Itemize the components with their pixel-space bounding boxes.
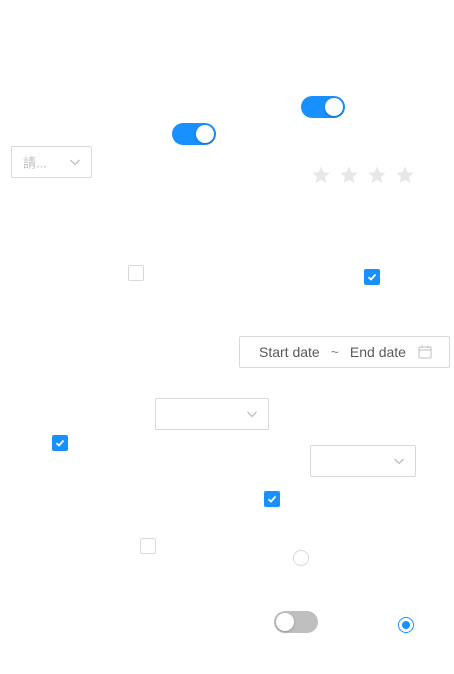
switch-toggle-bottom[interactable] [274, 611, 318, 633]
checkbox-unchecked[interactable] [128, 265, 144, 281]
range-separator: ~ [330, 344, 339, 360]
star-icon[interactable] [395, 165, 415, 185]
switch-knob [196, 125, 214, 143]
select-dropdown-right[interactable] [310, 445, 416, 477]
chevron-down-icon [247, 411, 257, 418]
start-date-input[interactable]: Start date [259, 344, 320, 360]
check-icon [55, 439, 65, 447]
calendar-icon [418, 345, 432, 359]
end-date-input[interactable]: End date [350, 344, 406, 360]
radio-unchecked[interactable] [293, 550, 309, 566]
radio-dot [402, 621, 410, 629]
form-canvas: 請... Start date ~ End date [0, 0, 454, 674]
star-icon[interactable] [367, 165, 387, 185]
chevron-down-icon [394, 458, 404, 465]
chevron-down-icon [70, 159, 80, 166]
check-icon [267, 495, 277, 503]
select-dropdown-top-left[interactable]: 請... [11, 146, 92, 178]
switch-toggle-top-right[interactable] [301, 96, 345, 118]
switch-knob [325, 98, 343, 116]
switch-knob [276, 613, 294, 631]
checkbox-unchecked[interactable] [140, 538, 156, 554]
star-icon[interactable] [339, 165, 359, 185]
select-placeholder: 請... [23, 155, 47, 171]
star-rating[interactable] [311, 165, 415, 185]
switch-toggle-top-left[interactable] [172, 123, 216, 145]
select-dropdown-middle[interactable] [155, 398, 269, 430]
checkbox-checked[interactable] [52, 435, 68, 451]
radio-checked[interactable] [398, 617, 414, 633]
checkbox-checked[interactable] [264, 491, 280, 507]
date-range-picker[interactable]: Start date ~ End date [239, 336, 450, 368]
check-icon [367, 273, 377, 281]
star-icon[interactable] [311, 165, 331, 185]
checkbox-checked[interactable] [364, 269, 380, 285]
